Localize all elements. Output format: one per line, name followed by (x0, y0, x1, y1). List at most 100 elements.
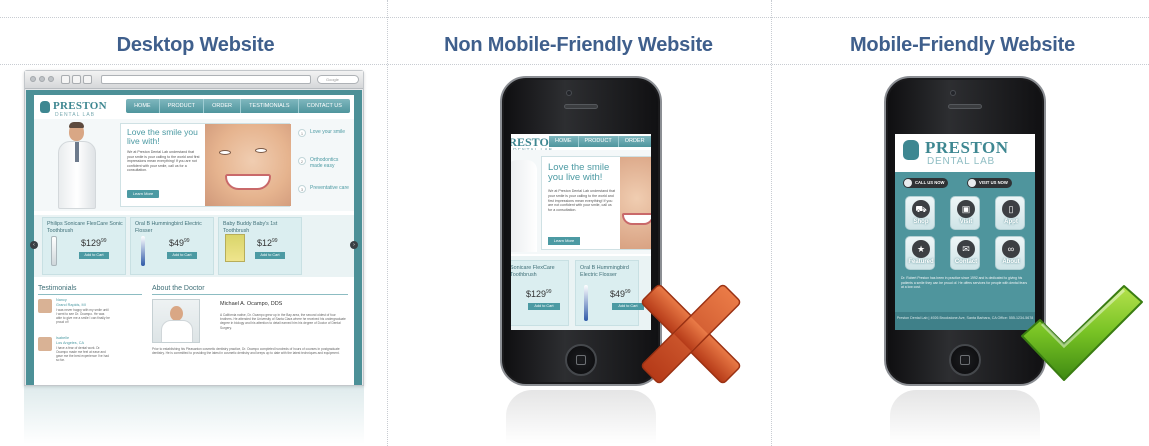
tile-about[interactable]: ∞ About (995, 236, 1025, 270)
back-button[interactable] (61, 75, 70, 84)
product-name: Sonicare FlexCare Toothbrush (511, 265, 555, 278)
flosser-image (141, 236, 145, 266)
nm-nav-order[interactable]: ORDER (619, 136, 651, 147)
browser-search-input[interactable]: Google (317, 75, 359, 84)
window-minimize-icon[interactable] (39, 76, 45, 82)
section-divider (152, 294, 348, 295)
section-divider (38, 294, 142, 295)
desktop-lower-section: Testimonials Nancy Grand Rapids, MI I was… (34, 281, 354, 385)
product-card: Oral B Hummingbird Electric Flosser $499… (130, 217, 214, 275)
testimonials-heading: Testimonials (38, 285, 77, 292)
side-item[interactable]: 2 Orthodontics made easy (298, 157, 352, 169)
add-to-cart-button[interactable]: Add to Cart (79, 252, 109, 259)
phone-reflection (506, 390, 656, 444)
x-mark-icon (641, 284, 741, 384)
glasses-icon: ∞ (1002, 240, 1020, 258)
tile-featured[interactable]: ★ Featured (905, 236, 935, 270)
home-button[interactable] (565, 344, 597, 376)
nm-nav-product[interactable]: PRODUCT (579, 136, 619, 147)
preston-logo[interactable]: PRESTON DENTAL LAB (40, 99, 107, 119)
testimonial-author: Nancy Grand Rapids, MI (56, 298, 86, 307)
location-icon (968, 179, 976, 187)
nav-order[interactable]: ORDER (204, 99, 242, 113)
home-button[interactable] (949, 344, 981, 376)
side-item-number: 2 (298, 157, 306, 165)
nm-nav-home[interactable]: HOME (549, 136, 579, 147)
product-name: Oral B Hummingbird Electric Flosser (135, 221, 202, 234)
mobile-column-title: Mobile-Friendly Website (849, 34, 1076, 56)
building-icon: ▣ (957, 200, 975, 218)
baby-toothbrush-image (225, 234, 245, 262)
nm-product-card: Sonicare FlexCare Toothbrush $12999 Add … (511, 260, 569, 326)
mobile-screen: PRESTON DENTAL LAB CALL US NOW VISIT US … (895, 134, 1035, 330)
window-zoom-icon[interactable] (48, 76, 54, 82)
column-divider (771, 0, 772, 446)
doctor-name: Michael A. Ocampo, DDS (220, 301, 283, 307)
mobile-about-text: Dr. Robert Preston has been in practice … (901, 276, 1028, 290)
tile-appt[interactable]: ▯ Appt (995, 196, 1025, 230)
tile-visit[interactable]: ▣ Visit (950, 196, 980, 230)
side-item[interactable]: 3 Preventative care (298, 185, 352, 193)
call-us-button[interactable]: CALL US NOW (903, 178, 949, 188)
nav-testimonials[interactable]: TESTIMONIALS (241, 99, 299, 113)
testimonial-avatar (38, 337, 52, 351)
desktop-page-content: PRESTON DENTAL LAB HOME PRODUCT ORDER TE… (30, 95, 358, 385)
nm-product-card: Oral B Hummingbird Electric Flosser $499… (575, 260, 644, 326)
product-price: $4999 (610, 289, 631, 299)
testimonial-text: I was never happy with my smile until I … (56, 308, 110, 324)
nm-nav-bar: HOME PRODUCT ORDER (549, 136, 651, 147)
product-name: Oral B Hummingbird Electric Flosser (580, 265, 629, 278)
learn-more-button[interactable]: Learn More (127, 190, 159, 198)
speaker-icon (948, 104, 982, 109)
mobile-logo-main[interactable]: PRESTON (925, 138, 1009, 158)
hero-card: Love the smile you live with! We at Pres… (120, 123, 291, 207)
reload-button[interactable] (83, 75, 92, 84)
carousel-next-icon[interactable]: › (350, 241, 358, 249)
mail-icon: ✉ (957, 240, 975, 258)
doctor-portrait (152, 299, 200, 343)
header-dotted-rule (0, 64, 1149, 65)
product-price: $12999 (526, 289, 552, 299)
tile-shop[interactable]: ⛟ Shop (905, 196, 935, 230)
side-item[interactable]: 1 Love your smile (298, 129, 352, 137)
tooth-icon (40, 101, 50, 113)
nm-hero-card: Love the smile you live with! We at Pres… (541, 156, 651, 250)
smile-image (620, 157, 651, 249)
visit-us-button[interactable]: VISIT US NOW (967, 178, 1012, 188)
tile-contact[interactable]: ✉ Contact (950, 236, 980, 270)
add-to-cart-button[interactable]: Add to Cart (255, 252, 285, 259)
product-carousel: ‹ › Philips Sonicare FlexCare Sonic Toot… (30, 215, 358, 277)
mobile-body: CALL US NOW VISIT US NOW ⛟ Shop ▣ Visit … (895, 172, 1035, 330)
non-mobile-screen: PRESTON DENTAL LAB HOME PRODUCT ORDER Lo… (511, 134, 651, 330)
about-heading: About the Doctor (152, 285, 205, 292)
testimonial-avatar (38, 299, 52, 313)
carousel-prev-icon[interactable]: ‹ (30, 241, 38, 249)
product-price: $12999 (81, 238, 107, 248)
address-bar[interactable] (101, 75, 311, 84)
product-price: $1299 (257, 238, 278, 248)
nav-contact-us[interactable]: CONTACT US (299, 99, 350, 113)
doctor-image (54, 121, 100, 209)
toothbrush-image (51, 236, 57, 266)
add-to-cart-button[interactable]: Add to Cart (167, 252, 197, 259)
about-copy: A California native, Dr. Ocampo grew up … (220, 313, 346, 330)
forward-button[interactable] (72, 75, 81, 84)
nav-home[interactable]: HOME (126, 99, 160, 113)
check-mark-icon (1021, 285, 1143, 381)
speaker-icon (564, 104, 598, 109)
add-to-cart-button[interactable]: Add to Cart (528, 303, 560, 310)
window-close-icon[interactable] (30, 76, 36, 82)
nm-hero: Love the smile you live with! We at Pres… (511, 150, 651, 254)
nm-products: Sonicare FlexCare Toothbrush $12999 Add … (511, 256, 651, 330)
hero-title: Love the smile you live with! (127, 127, 198, 146)
nav-product[interactable]: PRODUCT (160, 99, 205, 113)
mobile-logo-sub: DENTAL LAB (927, 156, 996, 167)
product-name: Baby Buddy Baby's 1st Toothbrush (223, 221, 278, 234)
hero-side-list: 1 Love your smile 2 Orthodontics made ea… (294, 123, 352, 207)
tooth-icon (903, 140, 919, 160)
product-card: Baby Buddy Baby's 1st Toothbrush $1299 A… (218, 217, 302, 275)
nm-learn-more-button[interactable]: Learn More (548, 237, 580, 245)
top-dotted-rule (0, 17, 1149, 18)
logo-main-text: PRESTON (53, 100, 107, 112)
phone-reflection (890, 390, 1040, 444)
